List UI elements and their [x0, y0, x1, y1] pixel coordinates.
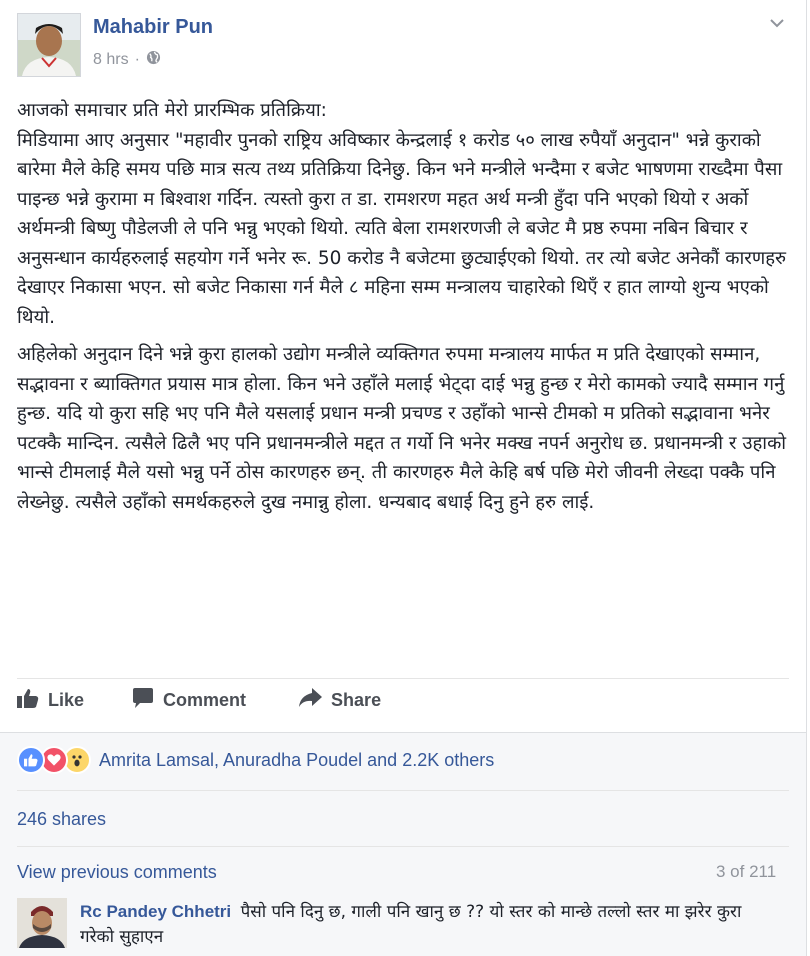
- divider: [17, 790, 789, 791]
- post-card: Mahabir Pun 8 hrs · आजको समाचार प्रति मे…: [0, 0, 807, 956]
- divider: [17, 678, 789, 679]
- share-button[interactable]: Share: [298, 688, 381, 713]
- reactions-summary[interactable]: Amrita Lamsal, Anuradha Poudel and 2.2K …: [17, 746, 494, 774]
- comment-button[interactable]: Comment: [132, 688, 246, 713]
- like-button[interactable]: Like: [17, 688, 84, 713]
- author-name[interactable]: Mahabir Pun: [93, 16, 213, 39]
- post-paragraph: अहिलेको अनुदान दिने भन्ने कुरा हालको उद्…: [17, 344, 787, 513]
- share-label: Share: [331, 690, 382, 710]
- post-timestamp[interactable]: 8 hrs: [93, 51, 129, 69]
- comment-item: Rc Pandey Chhetri पैसो पनि दिनु छ, गाली …: [80, 899, 780, 950]
- commenter-name[interactable]: Rc Pandey Chhetri: [80, 902, 231, 921]
- author-avatar[interactable]: [17, 13, 81, 77]
- share-icon: [298, 688, 323, 713]
- globe-icon: [146, 50, 161, 70]
- commenter-avatar[interactable]: [17, 898, 67, 948]
- divider: [17, 846, 789, 847]
- like-reaction-icon: [17, 746, 45, 774]
- like-icon: [17, 688, 39, 713]
- like-label: Like: [48, 690, 85, 710]
- comments-count: 3 of 211: [716, 862, 777, 881]
- post-meta: 8 hrs ·: [93, 50, 161, 70]
- divider: [0, 732, 806, 733]
- comment-icon: [132, 688, 154, 713]
- post-paragraph: आजको समाचार प्रति मेरो प्रारम्भिक प्रतिक…: [17, 100, 787, 328]
- view-previous-comments-link[interactable]: View previous comments: [17, 862, 217, 883]
- reactions-text: Amrita Lamsal, Anuradha Poudel and 2.2K …: [99, 749, 495, 770]
- chevron-down-icon[interactable]: [768, 14, 786, 32]
- meta-separator: ·: [134, 51, 140, 68]
- action-bar: Like Comment Share: [17, 688, 381, 713]
- comment-label: Comment: [163, 690, 247, 710]
- post-body: आजको समाचार प्रति मेरो प्रारम्भिक प्रतिक…: [17, 96, 797, 525]
- shares-count[interactable]: 246 shares: [17, 809, 106, 830]
